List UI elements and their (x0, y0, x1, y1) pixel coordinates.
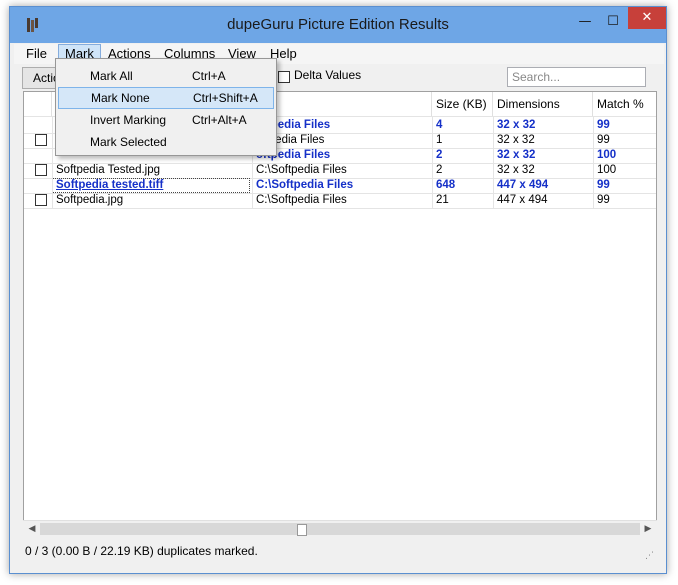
title-bar[interactable]: dupeGuru Picture Edition Results — ☐ ✕ (10, 7, 666, 43)
scroll-thumb[interactable] (297, 524, 307, 536)
mark-menu-dropdown: Mark All Ctrl+A Mark None Ctrl+Shift+A Inv… (55, 58, 277, 156)
status-bar: 0 / 3 (0.00 B / 22.19 KB) duplicates mar… (25, 544, 258, 558)
menu-item-invert-marking[interactable]: Invert Marking Ctrl+Alt+A (58, 109, 274, 131)
minimize-button[interactable]: — (572, 13, 598, 33)
menu-item-mark-none[interactable]: Mark None Ctrl+Shift+A (58, 87, 274, 109)
row-dimensions: 32 x 32 (497, 119, 536, 131)
resize-grip-icon[interactable]: ⋰ (645, 551, 654, 561)
menu-item-mark-selected[interactable]: Mark Selected (58, 131, 274, 153)
col-header-dimensions[interactable]: Dimensions (493, 92, 593, 116)
row-size: 2 (436, 149, 443, 161)
row-dimensions: 32 x 32 (497, 149, 536, 161)
table-row[interactable]: Softpedia tested.tiff C:\Softpedia Files… (24, 178, 656, 193)
row-match: 99 (597, 194, 610, 206)
delta-values-label: Delta Values (294, 68, 362, 82)
row-size: 4 (436, 119, 443, 131)
row-match: 99 (597, 179, 610, 191)
row-dimensions: 447 x 494 (497, 179, 549, 191)
col-header-size[interactable]: Size (KB) (432, 92, 493, 116)
row-folder: C:\Softpedia Files (256, 194, 347, 206)
row-match: 100 (597, 149, 617, 161)
row-size: 648 (436, 179, 456, 191)
row-match: 99 (597, 134, 610, 146)
search-input[interactable]: Search... (507, 67, 646, 87)
row-filename: Softpedia Tested.jpg (56, 164, 161, 176)
row-filename: Softpedia.jpg (56, 194, 124, 206)
row-folder: oftpedia Files (256, 149, 331, 161)
row-dimensions: 32 x 32 (497, 164, 535, 176)
window-title: dupeGuru Picture Edition Results (227, 16, 449, 33)
row-filename: Softpedia tested.tiff (52, 178, 250, 193)
row-checkbox[interactable] (35, 164, 47, 176)
results-table: er Size (KB) Dimensions Match % oftpedia… (23, 91, 657, 531)
row-size: 21 (436, 194, 449, 206)
table-row[interactable]: Softpedia Tested.jpg C:\Softpedia Files … (24, 163, 656, 178)
row-folder: C:\Softpedia Files (256, 164, 347, 176)
row-dimensions: 32 x 32 (497, 134, 535, 146)
row-dimensions: 447 x 494 (497, 194, 548, 206)
row-size: 2 (436, 164, 443, 176)
col-header-match[interactable]: Match % (593, 92, 656, 116)
row-folder: oftpedia Files (256, 134, 325, 146)
row-match: 99 (597, 119, 610, 131)
col-header-check (24, 92, 52, 116)
scroll-right-icon[interactable]: ▶ (641, 522, 655, 536)
delta-values-checkbox[interactable] (278, 71, 290, 83)
row-match: 100 (597, 164, 617, 176)
col-header-folder[interactable]: er (252, 92, 432, 116)
horizontal-scrollbar[interactable]: ◀ ▶ (23, 520, 657, 537)
row-checkbox[interactable] (35, 194, 47, 206)
row-checkbox[interactable] (35, 134, 47, 146)
close-button[interactable]: ✕ (628, 7, 666, 29)
scroll-track[interactable] (40, 523, 640, 536)
row-folder: oftpedia Files (256, 119, 331, 131)
scroll-left-icon[interactable]: ◀ (25, 522, 39, 536)
maximize-button[interactable]: ☐ (600, 13, 626, 33)
menu-item-mark-all[interactable]: Mark All Ctrl+A (58, 65, 274, 87)
menu-file[interactable]: File (20, 44, 53, 64)
table-row[interactable]: Softpedia.jpg C:\Softpedia Files 21 447 … (24, 193, 656, 208)
row-folder: C:\Softpedia Files (256, 179, 354, 191)
row-size: 1 (436, 134, 443, 146)
